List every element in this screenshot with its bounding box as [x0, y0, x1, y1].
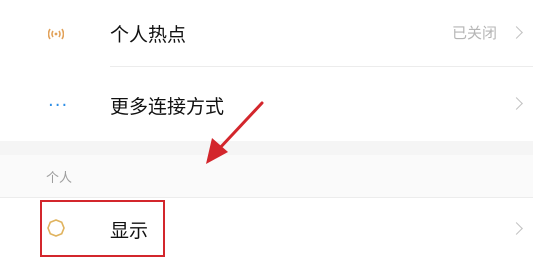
section-header-label: 个人: [46, 171, 73, 186]
annotation-highlight-box: [40, 200, 165, 257]
hotspot-icon: [47, 26, 65, 40]
more-connections-label: 更多连接方式: [110, 96, 225, 118]
hotspot-status: 已关闭: [451, 24, 497, 42]
chevron-right-icon: [510, 222, 523, 235]
settings-row-more-connections[interactable]: ··· 更多连接方式: [0, 67, 533, 141]
chevron-right-icon: [510, 97, 523, 110]
section-header-personal: 个人: [0, 155, 533, 197]
section-gap: [0, 141, 533, 155]
chevron-right-icon: [510, 26, 523, 39]
settings-row-hotspot[interactable]: 个人热点 已关闭: [0, 0, 533, 66]
more-dots-icon: ···: [48, 95, 69, 116]
hotspot-label: 个人热点: [110, 24, 187, 46]
